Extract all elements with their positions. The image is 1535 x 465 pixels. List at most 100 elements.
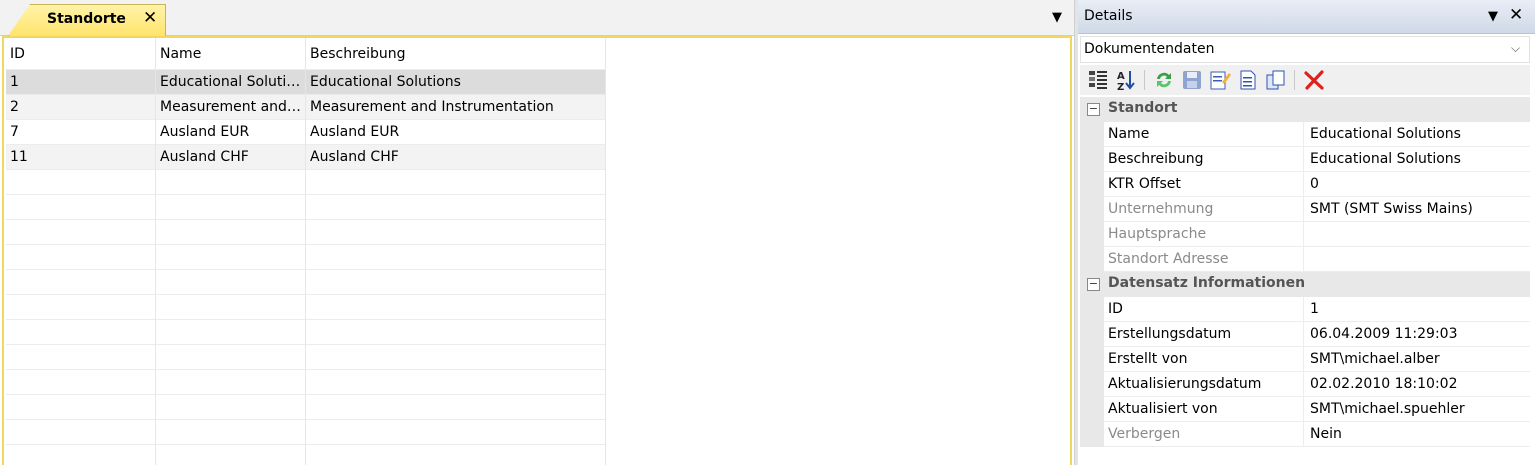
cell-id[interactable]: 1 <box>6 70 156 95</box>
empty-cell <box>6 395 156 420</box>
property-value[interactable]: SMT\michael.alber <box>1304 347 1530 372</box>
new-document-icon[interactable] <box>1236 68 1260 92</box>
property-value[interactable]: Educational Solutions <box>1304 147 1530 172</box>
property-row[interactable]: Hauptsprache <box>1080 222 1530 247</box>
svg-text:Z: Z <box>1117 82 1124 92</box>
toolbar-separator <box>1144 70 1145 90</box>
collapse-icon[interactable]: − <box>1087 278 1100 291</box>
property-name: Erstellungsdatum <box>1104 322 1304 347</box>
grid-row-filler <box>606 95 1068 120</box>
grid-row-filler <box>606 320 1068 345</box>
property-row[interactable]: Standort Adresse <box>1080 247 1530 272</box>
empty-cell <box>156 445 306 465</box>
empty-cell <box>156 420 306 445</box>
standorte-grid[interactable]: ID Name Beschreibung 1 Educational Soluti… <box>6 38 1068 465</box>
cell-beschreibung[interactable]: Ausland EUR <box>306 120 606 145</box>
cell-id[interactable]: 2 <box>6 95 156 120</box>
property-value[interactable]: 1 <box>1304 297 1530 322</box>
empty-cell <box>306 445 606 465</box>
property-value[interactable]: 02.02.2010 18:10:02 <box>1304 372 1530 397</box>
column-header-beschreibung[interactable]: Beschreibung <box>306 38 606 70</box>
close-icon[interactable]: ✕ <box>1509 5 1523 25</box>
tab-standorte[interactable]: Standorte ✕ <box>8 4 166 36</box>
property-row[interactable]: Erstellt von SMT\michael.alber <box>1080 347 1530 372</box>
cell-beschreibung[interactable]: Educational Solutions <box>306 70 606 95</box>
save-icon[interactable] <box>1180 68 1204 92</box>
property-row[interactable]: Aktualisiert von SMT\michael.spuehler <box>1080 397 1530 422</box>
empty-grid-row <box>6 295 1068 320</box>
property-gutter <box>1080 422 1104 447</box>
property-value <box>1304 247 1530 272</box>
property-category: − Standort <box>1080 97 1530 122</box>
property-row[interactable]: Aktualisierungsdatum 02.02.2010 18:10:02 <box>1080 372 1530 397</box>
empty-grid-row <box>6 445 1068 465</box>
pane-menu-dropdown-icon[interactable]: ▼ <box>1488 9 1498 24</box>
empty-cell <box>306 295 606 320</box>
collapse-icon[interactable]: − <box>1087 103 1100 116</box>
grid-body: 1 Educational Solutions Educational Soluti… <box>6 70 1068 465</box>
empty-cell <box>6 220 156 245</box>
standorte-grid-frame: ID Name Beschreibung 1 Educational Soluti… <box>2 36 1072 465</box>
empty-grid-row <box>6 245 1068 270</box>
property-name: Aktualisiert von <box>1104 397 1304 422</box>
empty-cell <box>6 295 156 320</box>
grid-row-filler <box>606 370 1068 395</box>
document-tab-strip: Standorte ✕ ▼ <box>0 0 1074 36</box>
tab-list-dropdown-icon[interactable]: ▼ <box>1052 10 1062 25</box>
grid-row-filler <box>606 245 1068 270</box>
empty-grid-row <box>6 420 1068 445</box>
empty-cell <box>306 270 606 295</box>
column-header-id[interactable]: ID <box>6 38 156 70</box>
empty-cell <box>6 245 156 270</box>
property-name: Hauptsprache <box>1104 222 1304 247</box>
property-name: ID <box>1104 297 1304 322</box>
table-row[interactable]: 11 Ausland CHF Ausland CHF <box>6 145 1068 170</box>
column-header-name[interactable]: Name <box>156 38 306 70</box>
edit-icon[interactable] <box>1208 68 1232 92</box>
cell-id[interactable]: 7 <box>6 120 156 145</box>
table-row[interactable]: 2Measurement and InstrumentationMeasurem… <box>6 95 1068 120</box>
empty-cell <box>6 195 156 220</box>
chevron-down-icon[interactable]: ⌵ <box>1511 41 1520 56</box>
table-row[interactable]: 7 Ausland EUR Ausland EUR <box>6 120 1068 145</box>
empty-cell <box>306 395 606 420</box>
property-row[interactable]: Verbergen Nein <box>1080 422 1530 447</box>
table-row[interactable]: 1 Educational Solutions Educational Soluti… <box>6 70 1068 95</box>
property-category: − Datensatz Informationen <box>1080 272 1530 297</box>
empty-cell <box>156 220 306 245</box>
cell-beschreibung[interactable]: Measurement and Instrumentation <box>306 95 606 120</box>
property-row[interactable]: Name Educational Solutions <box>1080 122 1530 147</box>
property-row[interactable]: KTR Offset 0 <box>1080 172 1530 197</box>
property-value[interactable]: SMT\michael.spuehler <box>1304 397 1530 422</box>
refresh-icon[interactable] <box>1152 68 1176 92</box>
property-row[interactable]: Unternehmung SMT (SMT Swiss Mains) <box>1080 197 1530 222</box>
object-selector-combo[interactable]: Dokumentendaten ⌵ <box>1080 36 1530 63</box>
property-row[interactable]: ID 1 <box>1080 297 1530 322</box>
property-value[interactable]: 06.04.2009 11:29:03 <box>1304 322 1530 347</box>
grid-header-row: ID Name Beschreibung <box>6 38 1068 70</box>
sort-az-icon[interactable]: AZ <box>1114 68 1138 93</box>
toolbar-separator <box>1294 70 1295 90</box>
svg-text:A: A <box>1117 71 1125 82</box>
property-row[interactable]: Beschreibung Educational Solutions <box>1080 147 1530 172</box>
cell-beschreibung[interactable]: Ausland CHF <box>306 145 606 170</box>
copy-icon[interactable] <box>1264 68 1288 92</box>
property-value[interactable]: Educational Solutions <box>1304 122 1530 147</box>
property-value[interactable]: 0 <box>1304 172 1530 197</box>
grid-row-filler <box>606 395 1068 420</box>
cell-name[interactable]: Ausland EUR <box>156 120 306 145</box>
cell-name[interactable]: Educational Solutions <box>156 70 306 95</box>
cell-name[interactable]: Ausland CHF <box>156 145 306 170</box>
delete-icon[interactable] <box>1302 68 1326 92</box>
property-gutter <box>1080 322 1104 347</box>
cell-name[interactable]: Measurement and Instrumentation <box>156 95 306 120</box>
details-pane: Details ▼ ✕ Dokumentendaten ⌵ AZ − Stand… <box>1078 0 1535 465</box>
property-row[interactable]: Erstellungsdatum 06.04.2009 11:29:03 <box>1080 322 1530 347</box>
close-icon[interactable]: ✕ <box>143 8 157 28</box>
categorized-icon[interactable] <box>1086 68 1110 92</box>
grid-row-filler <box>606 170 1068 195</box>
property-gutter <box>1080 347 1104 372</box>
cell-id[interactable]: 11 <box>6 145 156 170</box>
grid-row-filler <box>606 345 1068 370</box>
property-grid[interactable]: − Standort Name Educational Solutions Beschr… <box>1080 97 1530 447</box>
